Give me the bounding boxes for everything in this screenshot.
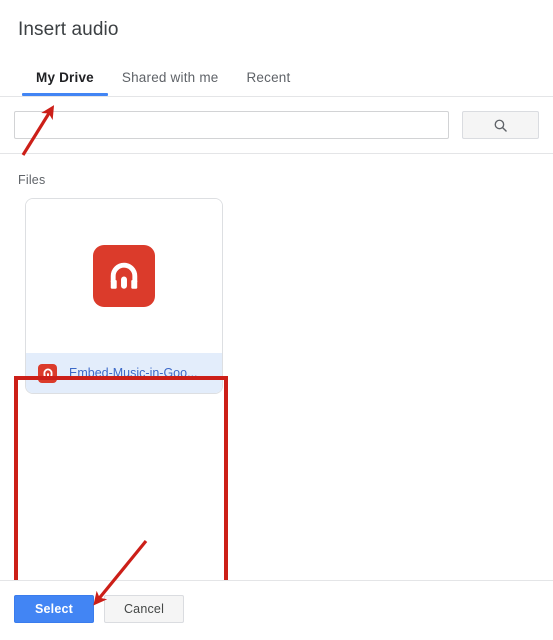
tab-my-drive[interactable]: My Drive bbox=[22, 70, 108, 96]
audio-file-small-icon bbox=[38, 363, 57, 383]
file-name-label: Embed-Music-in-Goo... bbox=[69, 366, 198, 380]
page-title: Insert audio bbox=[18, 19, 119, 40]
tab-bar: My Drive Shared with me Recent bbox=[18, 63, 553, 96]
tab-recent[interactable]: Recent bbox=[232, 70, 304, 96]
file-thumbnail bbox=[26, 199, 222, 353]
files-panel: Files Embed-Music-in-Goo... bbox=[0, 154, 553, 580]
file-grid: Embed-Music-in-Goo... bbox=[0, 187, 553, 394]
cancel-button[interactable]: Cancel bbox=[104, 595, 184, 623]
file-card-footer: Embed-Music-in-Goo... bbox=[26, 353, 222, 393]
dialog-footer: Select Cancel bbox=[0, 581, 553, 640]
search-bar bbox=[0, 97, 553, 153]
search-icon bbox=[493, 118, 508, 133]
tab-shared-with-me[interactable]: Shared with me bbox=[108, 70, 233, 96]
file-card[interactable]: Embed-Music-in-Goo... bbox=[25, 198, 223, 394]
files-section-label: Files bbox=[18, 173, 46, 187]
tab-recent-label: Recent bbox=[246, 70, 291, 85]
search-input[interactable] bbox=[14, 111, 449, 139]
annotation-highlight-box bbox=[14, 376, 228, 580]
dialog-header: Insert audio My Drive Shared with me Rec… bbox=[0, 0, 553, 96]
insert-audio-dialog: Insert audio My Drive Shared with me Rec… bbox=[0, 0, 553, 640]
select-button[interactable]: Select bbox=[14, 595, 94, 623]
search-button[interactable] bbox=[462, 111, 539, 139]
audio-file-icon bbox=[93, 245, 155, 307]
tab-shared-with-me-label: Shared with me bbox=[121, 70, 219, 85]
tab-my-drive-label: My Drive bbox=[36, 70, 94, 85]
